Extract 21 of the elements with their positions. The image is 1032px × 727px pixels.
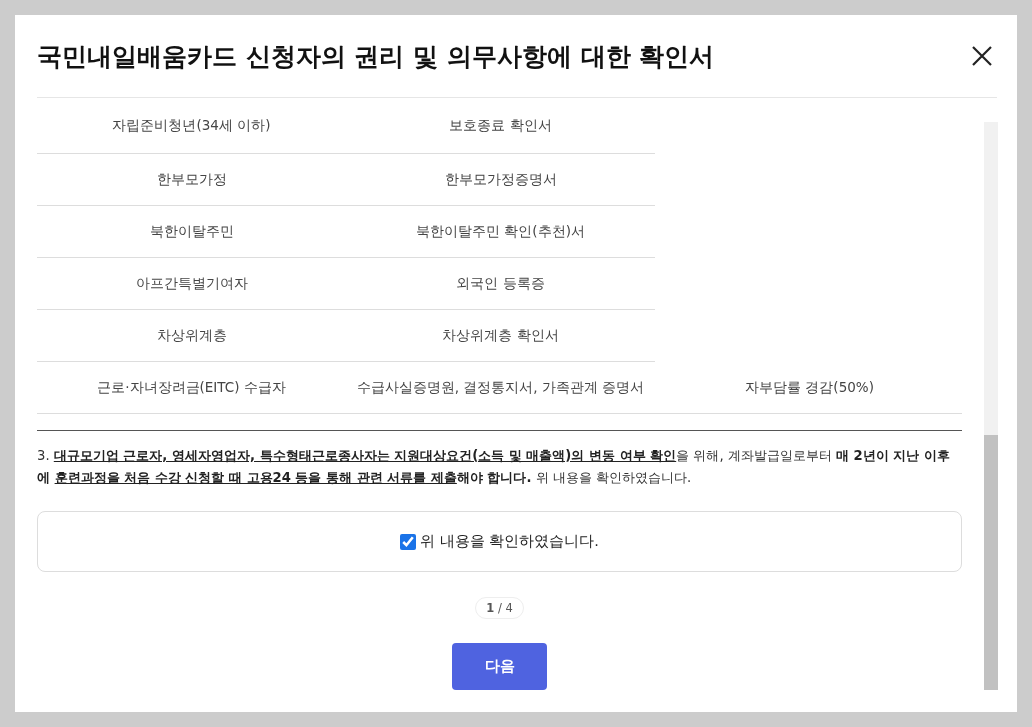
table-cell-text: 한부모가정증명서 — [443, 169, 558, 189]
table-cell-text: 자부담률 경감(50%) — [744, 377, 875, 397]
table-cell-text: 한부모가정 — [155, 169, 228, 189]
scrollbar-track[interactable] — [984, 122, 998, 690]
checkbox-label: 위 내용을 확인하였습니다. — [420, 532, 599, 551]
next-button[interactable]: 다음 — [452, 643, 547, 690]
table-cell-text: 북한이탈주민 확인(추천)서 — [415, 221, 586, 241]
table-cell-text: 보호종료 확인서 — [448, 115, 553, 135]
table-cell-text: 아프간특별기여자 — [134, 273, 249, 293]
table-cell-text: 차상위계층 — [155, 325, 228, 345]
scrollbar-thumb[interactable] — [984, 435, 998, 690]
table-cell-text: 근로·자녀장려금(EITC) 수급자 — [96, 377, 287, 397]
close-icon[interactable] — [971, 45, 993, 67]
table-cell-text: 수급사실증명원, 결정통지서, 가족관계 증명서 — [355, 377, 646, 397]
table-cell-text: 자립준비청년(34세 이하) — [111, 115, 272, 135]
dialog-title: 국민내일배움카드 신청자의 권리 및 의무사항에 대한 확인서 — [37, 40, 715, 73]
confirm-checkbox[interactable] — [400, 533, 417, 550]
notice-paragraph: 3. 대규모기업 근로자, 영세자영업자, 특수형태근로종사자는 지원대상요건(소득 및 매출액)의 변동 여부 확인을 위해, 계좌발급일로부터 매 2년이 지난 이후에 훈련과정을 처음 수강 신청할 때 고용24 등을 통해 관련 서류를 제출해야 합니다. 위 내용을 확인하였습니다. — [37, 430, 962, 489]
table-cell-text: 차상위계층 확인서 — [441, 325, 560, 345]
table-cell-text: 외국인 등록증 — [455, 273, 546, 293]
table-cell-text: 북한이탈주민 — [148, 221, 235, 241]
